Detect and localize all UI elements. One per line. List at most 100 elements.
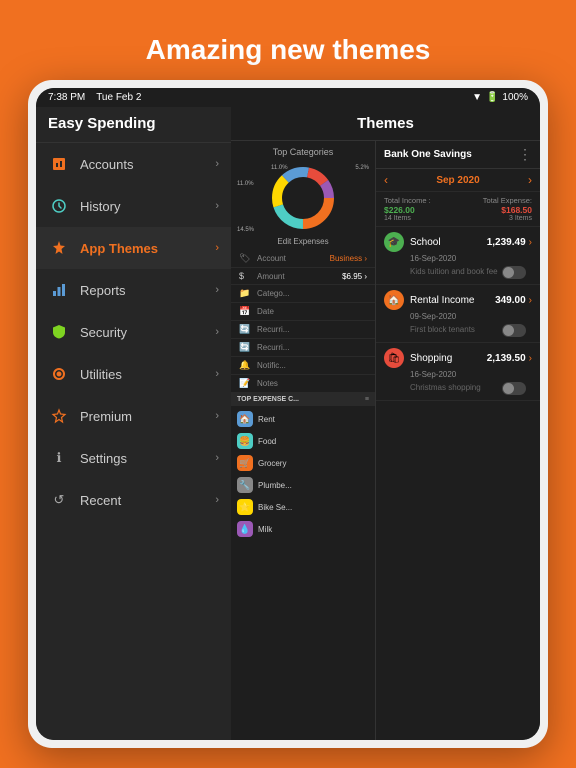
status-time: 7:38 PM Tue Feb 2 [48, 92, 141, 103]
list-item[interactable]: ⭐ Bike Se... [231, 496, 375, 518]
settings-chevron: › [215, 452, 219, 464]
total-expense-value: $168.50 [483, 205, 532, 215]
history-chevron: › [215, 200, 219, 212]
expense-list: 🏠 Rent 🍔 Food 🛒 Grocery [231, 406, 375, 740]
next-month-button[interactable]: › [528, 173, 532, 187]
sidebar-item-recent[interactable]: ↺ Recent › [36, 479, 231, 521]
list-item[interactable]: 🏠 Rent [231, 408, 375, 430]
bike-label: Bike Se... [258, 503, 292, 512]
top-expense-title: TOP EXPENSE C... [237, 396, 299, 403]
sidebar-item-premium[interactable]: Premium › [36, 395, 231, 437]
prev-month-button[interactable]: ‹ [384, 173, 388, 187]
school-icon: 🎓 [384, 232, 404, 252]
page-header: Amazing new themes [0, 0, 576, 92]
rent-label: Rent [258, 415, 275, 424]
rental-name: Rental Income [410, 295, 474, 306]
list-item[interactable]: 💧 Milk [231, 518, 375, 540]
sidebar-item-history[interactable]: History › [36, 185, 231, 227]
rental-desc: First block tenants [410, 325, 475, 334]
amount-field-label: Amount [257, 272, 342, 281]
sidebar-item-security[interactable]: Security › [36, 311, 231, 353]
category-field-icon: 📁 [239, 288, 253, 299]
income-items-count: 14 Items [384, 215, 431, 222]
rent-icon: 🏠 [237, 411, 253, 427]
school-arrow: › [529, 237, 532, 248]
plumbing-label: Plumbe... [258, 481, 292, 490]
sidebar-item-settings-label: Settings [80, 451, 215, 466]
form-row-recurring1[interactable]: 🔄 Recurri... [231, 321, 375, 339]
premium-chevron: › [215, 410, 219, 422]
plumbing-icon: 🔧 [237, 477, 253, 493]
sidebar-item-recent-label: Recent [80, 493, 215, 508]
top-expense-header: TOP EXPENSE C... ≡ [231, 393, 375, 406]
status-bar: 7:38 PM Tue Feb 2 ▼ 🔋 100% [36, 88, 540, 107]
reports-chevron: › [215, 284, 219, 296]
account-field-value: Business › [330, 254, 367, 263]
form-row-notifications[interactable]: 🔔 Notific... [231, 357, 375, 375]
milk-icon: 💧 [237, 521, 253, 537]
form-row-account[interactable]: 🏷 Account Business › [231, 250, 375, 268]
right-content: Top Categories [231, 141, 540, 740]
month-label: Sep 2020 [436, 175, 479, 186]
bank-title: Bank One Savings [384, 149, 472, 160]
shopping-name: Shopping [410, 353, 452, 364]
right-panel: Themes Top Categories [231, 107, 540, 740]
form-row-recurring2[interactable]: 🔄 Recurri... [231, 339, 375, 357]
security-chevron: › [215, 326, 219, 338]
page-title: Amazing new themes [0, 16, 576, 80]
date-field-label: Date [257, 307, 367, 316]
wifi-icon: ▼ [472, 92, 482, 103]
shopping-amount: 2,139.50 [487, 353, 526, 364]
recent-icon: ↺ [48, 489, 70, 511]
shopping-toggle[interactable] [502, 382, 526, 395]
list-item[interactable]: 🍔 Food [231, 430, 375, 452]
right-panel-header: Themes [231, 107, 540, 141]
transaction-item-rental[interactable]: 🏠 Rental Income 349.00 › 09-Sep-2020 [376, 285, 540, 343]
transaction-item-school[interactable]: 🎓 School 1,239.49 › 16-Sep-2020 [376, 227, 540, 285]
bike-icon: ⭐ [237, 499, 253, 515]
notes-field-label: Notes [257, 379, 367, 388]
tablet-frame: 7:38 PM Tue Feb 2 ▼ 🔋 100% Easy Spending [28, 80, 548, 748]
edit-expenses-label: Edit Expenses [231, 235, 375, 250]
notes-field-icon: 📝 [239, 378, 253, 389]
month-nav: ‹ Sep 2020 › [376, 169, 540, 192]
total-expense-col: Total Expense: $168.50 3 Items [483, 196, 532, 222]
rental-toggle[interactable] [502, 324, 526, 337]
rental-arrow: › [529, 295, 532, 306]
school-amount: 1,239.49 [487, 237, 526, 248]
utilities-icon [48, 363, 70, 385]
school-toggle[interactable] [502, 266, 526, 279]
app-themes-icon [48, 237, 70, 259]
rental-date: 09-Sep-2020 [410, 312, 532, 321]
list-item[interactable]: 🔧 Plumbe... [231, 474, 375, 496]
form-row-date[interactable]: 📅 Date [231, 303, 375, 321]
school-date: 16-Sep-2020 [410, 254, 532, 263]
form-row-amount[interactable]: $ Amount $6.95 › [231, 268, 375, 285]
form-row-notes[interactable]: 📝 Notes [231, 375, 375, 393]
sidebar-item-settings[interactable]: ℹ Settings › [36, 437, 231, 479]
sidebar-header: Easy Spending [36, 107, 231, 143]
sidebar-item-utilities-label: Utilities [80, 367, 215, 382]
list-item[interactable]: 🛒 Grocery [231, 452, 375, 474]
transaction-item-shopping[interactable]: 🛍 Shopping 2,139.50 › 16-Sep-2020 [376, 343, 540, 401]
sidebar-item-utilities[interactable]: Utilities › [36, 353, 231, 395]
shopping-icon: 🛍 [384, 348, 404, 368]
sidebar-item-security-label: Security [80, 325, 215, 340]
sidebar-item-reports[interactable]: Reports › [36, 269, 231, 311]
transaction-list: 🎓 School 1,239.49 › 16-Sep-2020 [376, 227, 540, 740]
school-name: School [410, 237, 441, 248]
bank-menu-icon[interactable]: ⋮ [518, 146, 532, 163]
sidebar-item-accounts[interactable]: Accounts › [36, 143, 231, 185]
amount-field-value: $6.95 › [342, 272, 367, 281]
top-expense-menu-icon[interactable]: ≡ [365, 396, 369, 403]
date-field-icon: 📅 [239, 306, 253, 317]
total-income-value: $226.00 [384, 205, 431, 215]
recurring1-field-label: Recurri... [257, 325, 367, 334]
middle-column: Top Categories [231, 141, 376, 740]
expense-items-count: 3 Items [483, 215, 532, 222]
form-row-category[interactable]: 📁 Catego... [231, 285, 375, 303]
shopping-desc: Christmas shopping [410, 383, 481, 392]
notifications-field-label: Notific... [257, 361, 367, 370]
amount-field-icon: $ [239, 271, 253, 281]
sidebar-item-app-themes[interactable]: App Themes › [36, 227, 231, 269]
